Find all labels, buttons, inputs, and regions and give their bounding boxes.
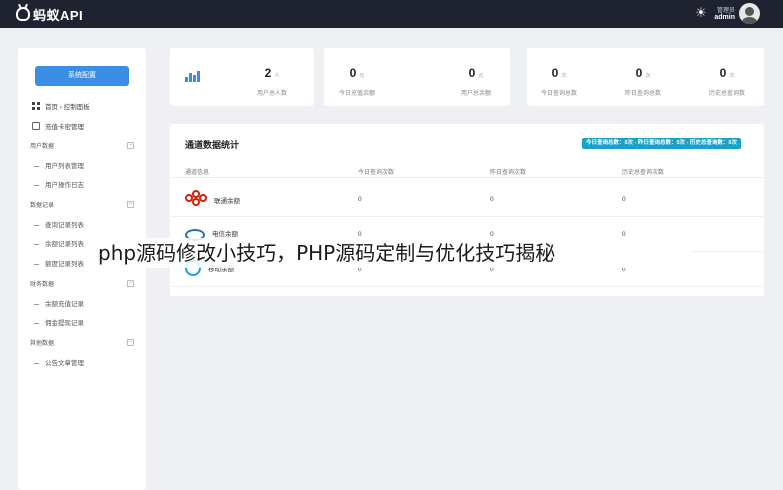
- user-role: 管理员: [716, 8, 735, 14]
- stat-total-users: 2人 用户总人数: [242, 64, 302, 97]
- sidebar-item-label: 查询记录列表: [45, 222, 84, 229]
- sidebar-item-user-log[interactable]: 用户操作日志: [34, 179, 134, 191]
- stat-yesterday-queries: 0次 昨日查询总数: [613, 64, 673, 97]
- stat-label: 昨日查询总数: [624, 91, 661, 97]
- sidebar-group-data-records[interactable]: 数据记录 −: [30, 200, 134, 210]
- panel-title: 通道数据统计: [185, 140, 240, 150]
- stat-label: 今日充值余额: [338, 91, 375, 97]
- group-title: 数据记录: [30, 203, 55, 209]
- sidebar-item-label: 佣金提现记录: [45, 320, 84, 327]
- sidebar-item-label: 余额充值记录: [45, 301, 84, 308]
- overlay-caption: php源码修改小技巧，PHP源码定制与优化技巧揭秘: [96, 238, 692, 268]
- table-header: 通道信息 今日查询次数 昨日查询次数 历史总查询次数: [170, 164, 764, 178]
- grid-icon: [32, 102, 40, 110]
- channel-stats-panel: 通道数据统计 今日查询总数：0次 - 昨日查询总数：0次 - 历史总查询数：0次…: [170, 124, 764, 296]
- stat-card-queries: 0次 今日查询总数 0次 昨日查询总数 0次 历史总查询数: [527, 48, 764, 106]
- bar-chart-icon: [185, 70, 201, 82]
- group-title: 其他数据: [30, 341, 55, 347]
- theme-toggle-icon[interactable]: ☀: [694, 6, 708, 20]
- sidebar: 系统配置 首页 › 控制面板 充值卡密管理 用户数据 − 用户列表管理 用户操作…: [18, 48, 146, 490]
- stat-card-users: 2人 用户总人数: [170, 48, 314, 106]
- sidebar-item-query-records[interactable]: 查询记录列表: [34, 219, 134, 231]
- stat-value: 0: [349, 66, 357, 80]
- stat-label: 今日查询总数: [540, 91, 577, 97]
- carrier-name: 电信余额: [212, 231, 238, 238]
- stat-value: 0: [468, 66, 476, 80]
- stat-label: 用户总余额: [460, 91, 491, 97]
- sidebar-item-label: 用户操作日志: [45, 182, 84, 189]
- stat-value: 2: [264, 66, 272, 80]
- stat-label: 用户总人数: [256, 91, 287, 97]
- collapse-icon[interactable]: −: [127, 142, 134, 149]
- collapse-icon[interactable]: −: [127, 201, 134, 208]
- stat-unit: 次: [561, 73, 567, 79]
- stat-value: 0: [551, 66, 559, 80]
- carrier-info: 联通余额: [185, 190, 240, 210]
- sidebar-item-label: 公告文章管理: [45, 360, 84, 367]
- stat-unit: 元: [478, 73, 484, 79]
- sidebar-item-announcements[interactable]: 公告文章管理: [34, 357, 134, 369]
- stat-label: 历史总查询数: [708, 91, 745, 97]
- sidebar-item-dashboard[interactable]: 首页 › 控制面板: [32, 100, 142, 112]
- sidebar-group-user-data[interactable]: 用户数据 −: [30, 141, 134, 151]
- sidebar-item-recharge-records[interactable]: 余额充值记录: [34, 298, 134, 310]
- stat-value: 0: [719, 66, 727, 80]
- sidebar-item-withdraw-records[interactable]: 佣金提现记录: [34, 317, 134, 329]
- yesterday-count: 0: [490, 231, 494, 238]
- total-count: 0: [622, 196, 626, 203]
- stat-total-balance: 0元 用户总余额: [446, 64, 506, 97]
- summary-badge: 今日查询总数：0次 - 昨日查询总数：0次 - 历史总查询数：0次: [582, 138, 741, 149]
- group-title: 财务数据: [30, 282, 55, 288]
- app-logo-text: 蚂蚁API: [33, 7, 84, 23]
- today-count: 0: [358, 196, 362, 203]
- column-header: 今日查询次数: [358, 170, 395, 176]
- avatar[interactable]: [739, 3, 760, 24]
- total-count: 0: [622, 231, 626, 238]
- sidebar-group-finance[interactable]: 财务数据 −: [30, 279, 134, 289]
- collapse-icon[interactable]: −: [127, 280, 134, 287]
- carrier-name: 联通余额: [214, 198, 240, 205]
- sidebar-item-label: 余额记录列表: [45, 241, 84, 248]
- today-count: 0: [358, 231, 362, 238]
- stat-unit: 元: [359, 73, 365, 79]
- sidebar-item-user-list[interactable]: 用户列表管理: [34, 160, 134, 172]
- user-name: admin: [714, 14, 735, 21]
- collapse-icon[interactable]: −: [127, 339, 134, 346]
- sidebar-item-label: 首页 › 控制面板: [45, 104, 90, 111]
- group-title: 用户数据: [30, 144, 55, 150]
- column-header: 通道信息: [185, 170, 210, 176]
- stat-value: 0: [635, 66, 643, 80]
- sidebar-item-label: 充值卡密管理: [45, 124, 84, 131]
- column-header: 昨日查询次数: [490, 170, 527, 176]
- unicom-logo-icon: [185, 190, 207, 210]
- sidebar-item-card-codes[interactable]: 充值卡密管理: [32, 120, 142, 132]
- stat-today-queries: 0次 今日查询总数: [529, 64, 589, 97]
- card-icon: [32, 122, 40, 130]
- sidebar-group-other[interactable]: 其他数据 −: [30, 338, 134, 348]
- column-header: 历史总查询次数: [622, 170, 665, 176]
- top-bar: 蚂蚁API ☀ 管理员 admin: [0, 0, 783, 28]
- sidebar-item-label: 用户列表管理: [45, 163, 84, 170]
- system-config-button[interactable]: 系统配置: [35, 66, 129, 86]
- stat-unit: 次: [645, 73, 651, 79]
- stat-today-recharge: 0元 今日充值余额: [327, 64, 387, 97]
- stat-unit: 人: [274, 73, 280, 79]
- stat-unit: 次: [729, 73, 735, 79]
- app-logo[interactable]: 蚂蚁API: [16, 5, 83, 23]
- ant-logo-icon: [16, 7, 30, 21]
- stat-total-queries: 0次 历史总查询数: [697, 64, 757, 97]
- stat-card-balance: 0元 今日充值余额 0元 用户总余额: [324, 48, 510, 106]
- table-row[interactable]: 联通余额 0 0 0: [170, 183, 764, 217]
- yesterday-count: 0: [490, 196, 494, 203]
- sidebar-item-label: 额度记录列表: [45, 261, 84, 268]
